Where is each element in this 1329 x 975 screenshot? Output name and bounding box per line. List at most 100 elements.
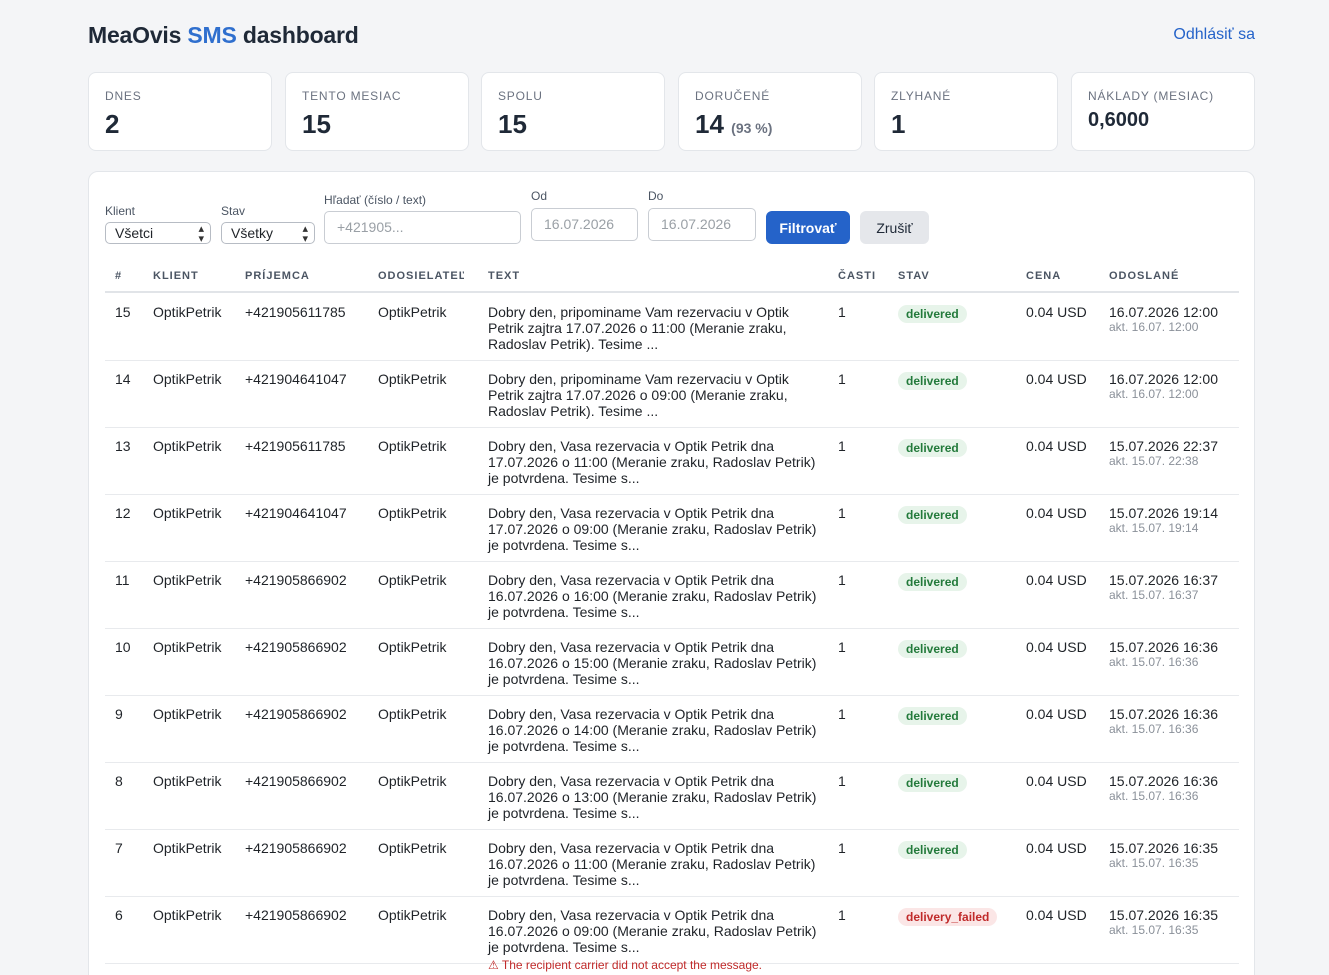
cell-recipient: +421905611785 bbox=[245, 438, 346, 454]
cell-recipient: +421904641047 bbox=[245, 371, 347, 387]
status-badge: delivered bbox=[898, 841, 967, 859]
stat-label: DNES bbox=[105, 89, 142, 103]
col-text: TEXT bbox=[488, 270, 521, 282]
table-row[interactable]: 12 OptikPetrik +421904641047 OptikPetrik Dob… bbox=[105, 495, 1239, 562]
date-to-input[interactable]: 16.07.2026 bbox=[648, 208, 756, 241]
status-badge: delivered bbox=[898, 506, 967, 524]
stat-card-costs: NÁKLADY (MESIAC) 0,6000 bbox=[1071, 72, 1255, 151]
cell-id: 15 bbox=[115, 304, 131, 320]
filter-button[interactable]: Filtrovať bbox=[766, 211, 850, 244]
cell-updated: akt. 15.07. 16:35 bbox=[1109, 856, 1199, 870]
stat-label: NÁKLADY (MESIAC) bbox=[1088, 89, 1214, 103]
stat-card-delivered: DORUČENÉ 14 (93 %) bbox=[678, 72, 862, 151]
date-from-input[interactable]: 16.07.2026 bbox=[531, 208, 638, 241]
cell-parts: 1 bbox=[838, 840, 846, 856]
col-price: CENA bbox=[1026, 270, 1062, 282]
cell-sender: OptikPetrik bbox=[378, 304, 447, 320]
stats-row: DNES 2 TENTO MESIAC 15 SPOLU 15 DORUČENÉ… bbox=[88, 72, 1255, 151]
stat-label: SPOLU bbox=[498, 89, 543, 103]
status-select[interactable]: Všetky ▴ ▾ bbox=[221, 222, 315, 245]
col-sent: ODOSLANÉ bbox=[1109, 270, 1180, 282]
cell-sender: OptikPetrik bbox=[378, 371, 447, 387]
cell-price: 0.04 USD bbox=[1026, 907, 1087, 923]
cell-price: 0.04 USD bbox=[1026, 840, 1087, 856]
cell-id: 14 bbox=[115, 371, 131, 387]
cell-text: Dobry den, Vasa rezervacia v Optik Petri… bbox=[488, 438, 816, 486]
cell-updated: akt. 15.07. 16:36 bbox=[1109, 789, 1199, 803]
stat-value: 15 bbox=[302, 109, 331, 139]
stat-card-total: SPOLU 15 bbox=[481, 72, 665, 151]
cell-text: Dobry den, Vasa rezervacia v Optik Petri… bbox=[488, 639, 817, 687]
table-row[interactable]: 14 OptikPetrik +421904641047 OptikPetrik Dob… bbox=[105, 361, 1239, 428]
table-header: # KLIENT PRÍJEMCA ODOSIELATEĽ TEXT ČASTI… bbox=[105, 268, 1239, 293]
cell-parts: 1 bbox=[838, 371, 846, 387]
cell-sender: OptikPetrik bbox=[378, 639, 447, 655]
cell-recipient: +421905866902 bbox=[245, 706, 347, 722]
cell-price: 0.04 USD bbox=[1026, 706, 1087, 722]
cell-parts: 1 bbox=[838, 639, 846, 655]
cell-client: OptikPetrik bbox=[153, 706, 222, 722]
cell-client: OptikPetrik bbox=[153, 773, 222, 789]
table-row[interactable]: 7 OptikPetrik +421905866902 OptikPetrik Dobr… bbox=[105, 830, 1239, 897]
table-row[interactable]: 8 OptikPetrik +421905866902 OptikPetrik Dobr… bbox=[105, 763, 1239, 830]
cell-text: Dobry den, Vasa rezervacia v Optik Petri… bbox=[488, 907, 817, 955]
cell-sent: 15.07.2026 22:37 bbox=[1109, 438, 1218, 454]
cell-sent: 15.07.2026 16:35 bbox=[1109, 840, 1218, 856]
date-to-label: Do bbox=[648, 189, 664, 203]
cell-text: Dobry den, Vasa rezervacia v Optik Petri… bbox=[488, 773, 817, 821]
messages-panel: Klient Všetci ▴ ▾ Stav Všetky ▴ ▾ Hľadať (čí… bbox=[88, 171, 1255, 975]
cell-sender: OptikPetrik bbox=[378, 505, 447, 521]
cell-recipient: +421905866902 bbox=[245, 639, 347, 655]
cell-text: Dobry den, pripominame Vam rezervaciu v … bbox=[488, 304, 789, 352]
search-input[interactable]: +421905... bbox=[324, 211, 521, 244]
table-row[interactable]: 13 OptikPetrik +421905611785 OptikPetrik Dob… bbox=[105, 428, 1239, 495]
client-select[interactable]: Všetci ▴ ▾ bbox=[105, 222, 211, 245]
cell-id: 8 bbox=[115, 773, 123, 789]
cell-id: 12 bbox=[115, 505, 131, 521]
col-parts: ČASTI bbox=[838, 270, 876, 282]
cell-sent: 16.07.2026 12:00 bbox=[1109, 371, 1218, 387]
table-row[interactable]: 11 OptikPetrik +421905866902 OptikPetrik Dob… bbox=[105, 562, 1239, 629]
cell-sent: 15.07.2026 16:36 bbox=[1109, 706, 1218, 722]
cell-client: OptikPetrik bbox=[153, 438, 222, 454]
search-label: Hľadať (číslo / text) bbox=[324, 193, 427, 207]
cell-price: 0.04 USD bbox=[1026, 438, 1087, 454]
cell-id: 10 bbox=[115, 639, 131, 655]
cell-client: OptikPetrik bbox=[153, 639, 222, 655]
table-row[interactable]: 10 OptikPetrik +421905866902 OptikPetrik Dob… bbox=[105, 629, 1239, 696]
table-row[interactable]: 9 OptikPetrik +421905866902 OptikPetrik Dobr… bbox=[105, 696, 1239, 763]
error-message: ⚠ The recipient carrier did not accept t… bbox=[488, 958, 763, 972]
cell-text: Dobry den, pripominame Vam rezervaciu v … bbox=[488, 371, 789, 419]
logout-link[interactable]: Odhlásiť sa bbox=[1173, 26, 1255, 44]
cell-id: 7 bbox=[115, 840, 123, 856]
stat-card-failed: ZLYHANÉ 1 bbox=[874, 72, 1058, 151]
cell-parts: 1 bbox=[838, 572, 846, 588]
cell-updated: akt. 15.07. 16:37 bbox=[1109, 588, 1199, 602]
client-filter-label: Klient bbox=[105, 204, 136, 218]
cell-updated: akt. 15.07. 16:36 bbox=[1109, 655, 1199, 669]
cell-sender: OptikPetrik bbox=[378, 438, 447, 454]
cell-text: Dobry den, Vasa rezervacia v Optik Petri… bbox=[488, 840, 816, 888]
reset-button[interactable]: Zrušiť bbox=[860, 211, 929, 244]
cell-parts: 1 bbox=[838, 505, 846, 521]
table-row[interactable]: 6 OptikPetrik +421905866902 OptikPetrik Dobr… bbox=[105, 897, 1239, 972]
cell-parts: 1 bbox=[838, 907, 846, 923]
cell-parts: 1 bbox=[838, 304, 846, 320]
page-header: MeaOvis SMS dashboard Odhlásiť sa bbox=[88, 22, 1255, 50]
cell-price: 0.04 USD bbox=[1026, 773, 1087, 789]
cell-price: 0.04 USD bbox=[1026, 371, 1087, 387]
table-row[interactable]: 15 OptikPetrik +421905611785 OptikPetrik Dob… bbox=[105, 294, 1239, 361]
cell-sent: 15.07.2026 19:14 bbox=[1109, 505, 1218, 521]
cell-recipient: +421905611785 bbox=[245, 304, 346, 320]
cell-client: OptikPetrik bbox=[153, 505, 222, 521]
col-id: # bbox=[115, 270, 123, 282]
col-recipient: PRÍJEMCA bbox=[245, 270, 310, 282]
cell-parts: 1 bbox=[838, 438, 846, 454]
cell-updated: akt. 15.07. 19:14 bbox=[1109, 521, 1199, 535]
col-status: STAV bbox=[898, 270, 930, 282]
cell-sent: 15.07.2026 16:37 bbox=[1109, 572, 1218, 588]
cell-price: 0.04 USD bbox=[1026, 304, 1087, 320]
stat-percent: (93 %) bbox=[731, 120, 773, 136]
cell-client: OptikPetrik bbox=[153, 304, 222, 320]
status-badge: delivered bbox=[898, 439, 967, 457]
